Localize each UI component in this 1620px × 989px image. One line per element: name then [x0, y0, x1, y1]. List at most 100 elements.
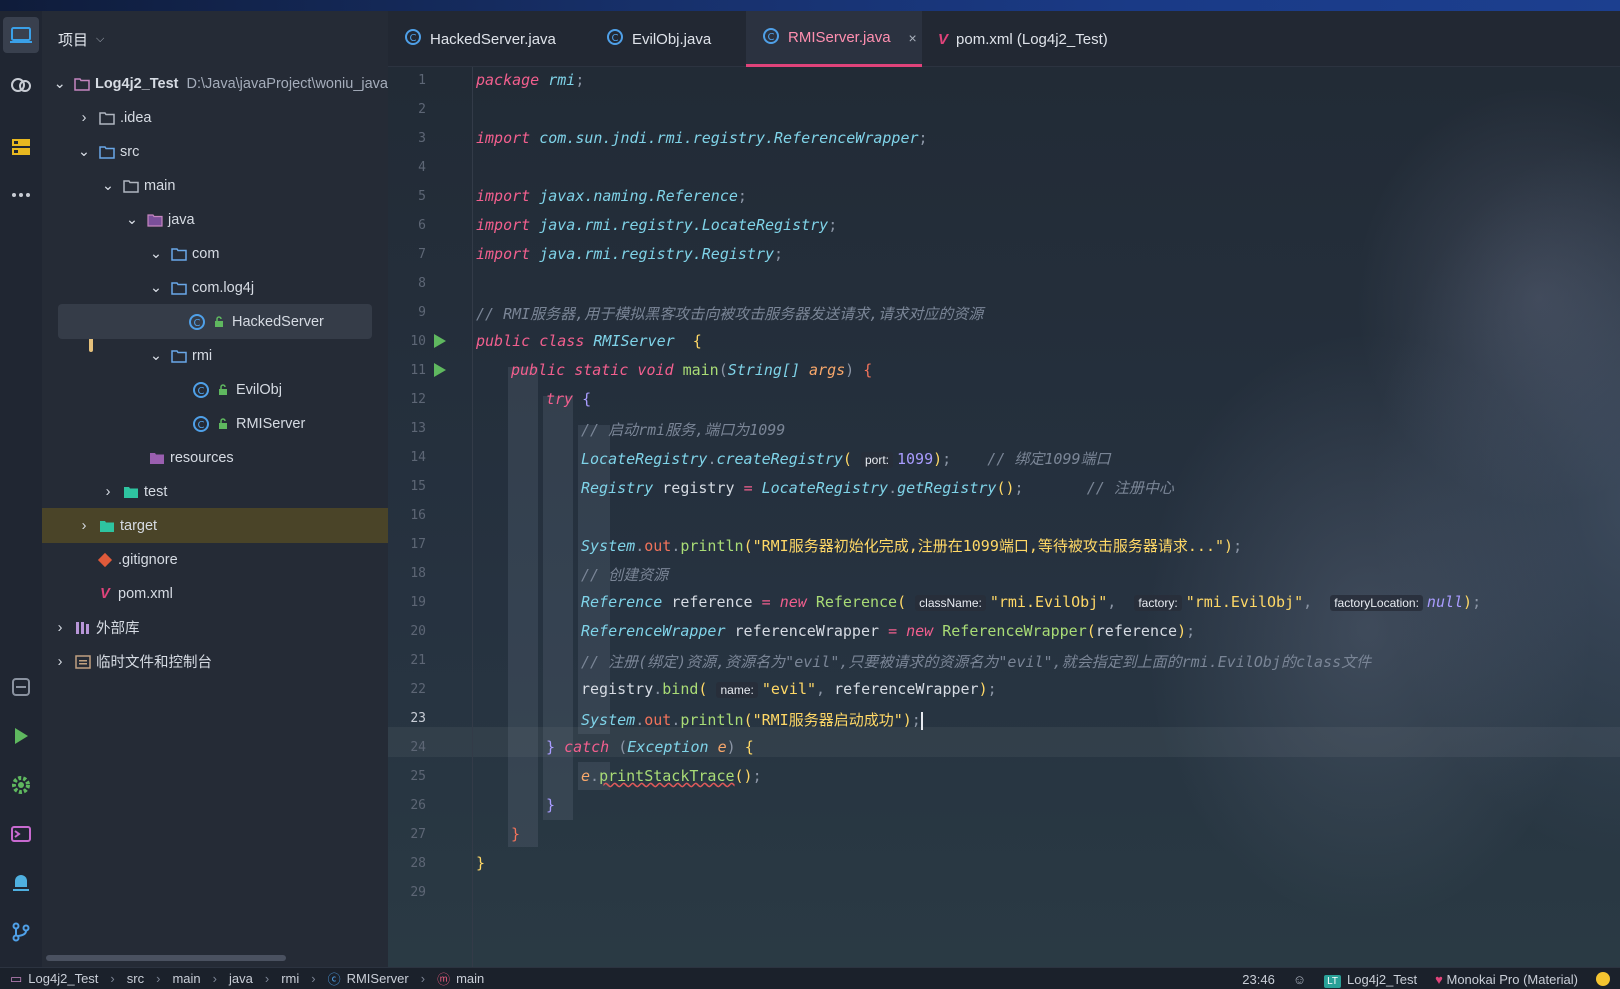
project-panel-header[interactable]: 项目 ⌵ — [58, 29, 104, 50]
bookmarks-icon[interactable] — [3, 669, 39, 705]
chevron-down-icon[interactable]: ⌄ — [148, 246, 164, 262]
git-icon[interactable] — [3, 914, 39, 950]
line-number: 13 — [410, 421, 426, 436]
chevron-down-icon[interactable]: ⌄ — [52, 76, 68, 92]
git-file-icon — [96, 551, 114, 569]
java-class-icon: C — [192, 415, 210, 433]
tree-item-scratches[interactable]: › 临时文件和控制台 — [42, 644, 388, 679]
chevron-down-icon[interactable]: ⌵ — [96, 33, 104, 46]
top-title-strip — [0, 0, 1620, 11]
tree-item-src[interactable]: ⌄ src — [42, 134, 388, 169]
tree-item-com[interactable]: ⌄ com — [42, 236, 388, 271]
chevron-right-icon[interactable]: › — [100, 484, 116, 500]
breadcrumb-item[interactable]: java — [229, 971, 253, 986]
breadcrumb-item[interactable]: Log4j2_Test — [28, 971, 98, 986]
code-line-1: package rmi; — [476, 71, 585, 89]
tree-item-gitignore[interactable]: .gitignore — [42, 542, 388, 577]
run-icon[interactable] — [3, 718, 39, 754]
line-number: 3 — [418, 131, 426, 146]
project-panel-title: 项目 — [58, 32, 89, 49]
code-line-11: public static void main(String[] args) { — [511, 361, 873, 379]
line-number: 2 — [418, 102, 426, 117]
chevron-down-icon[interactable]: ⌄ — [76, 144, 92, 160]
svg-text:C: C — [198, 420, 205, 431]
code-line-21: // 注册(绑定)资源,资源名为"evil",只要被请求的资源名为"evil",… — [581, 653, 1372, 671]
code-line-19: Reference reference = new Reference( cla… — [581, 593, 1482, 611]
tab-evilobj[interactable]: C EvilObj.java — [590, 11, 740, 67]
tree-item-label: RMIServer — [236, 415, 306, 432]
tree-item-java[interactable]: ⌄ java — [42, 202, 388, 237]
settings-icon[interactable] — [3, 767, 39, 803]
java-class-icon: C — [188, 313, 206, 331]
project-widget[interactable]: LT Log4j2_Test — [1324, 972, 1417, 988]
line-number: 27 — [410, 827, 426, 842]
tab-pom[interactable]: V pom.xml (Log4j2_Test) — [922, 11, 1142, 67]
breadcrumb-item[interactable]: main — [456, 971, 484, 986]
chevron-down-icon[interactable]: ⌄ — [100, 178, 116, 194]
run-main-icon[interactable] — [434, 363, 446, 377]
theme-widget[interactable]: ♥ Monokai Pro (Material) — [1435, 972, 1578, 987]
problems-icon[interactable] — [3, 865, 39, 901]
line-number: 7 — [418, 247, 426, 262]
ai-status-icon[interactable]: ☺ — [1293, 972, 1306, 987]
tree-item-rmi[interactable]: ⌄ rmi — [42, 338, 388, 373]
terminal-icon[interactable] — [3, 816, 39, 852]
tree-item-project-root[interactable]: ⌄ Log4j2_Test D:\Java\javaProject\woniu_… — [42, 66, 388, 101]
tree-item-main[interactable]: ⌄ main — [42, 168, 388, 203]
tree-item-label: java — [168, 211, 195, 228]
code-line-20: ReferenceWrapper referenceWrapper = new … — [581, 622, 1196, 640]
breadcrumb-item[interactable]: RMIServer — [347, 971, 409, 986]
project-panel: 项目 ⌵ ⌄ Log4j2_Test D:\Java\javaProject\w… — [42, 11, 388, 967]
tree-item-label: resources — [170, 449, 234, 466]
tree-item-idea[interactable]: › .idea — [42, 100, 388, 135]
tree-item-label: HackedServer — [232, 313, 324, 330]
tab-rmiserver[interactable]: C RMIServer.java × — [746, 11, 922, 67]
structure-icon[interactable] — [3, 129, 39, 165]
package-icon — [170, 245, 188, 263]
tree-item-com-log4j[interactable]: ⌄ com.log4j — [42, 270, 388, 305]
chevron-down-icon[interactable]: ⌄ — [124, 212, 140, 228]
tree-item-evilobj[interactable]: C EvilObj — [42, 372, 388, 407]
ai-assistant-icon[interactable] — [3, 67, 39, 103]
breadcrumb-item[interactable]: main — [172, 971, 200, 986]
svg-text:C: C — [194, 318, 201, 329]
module-folder-icon — [74, 75, 91, 93]
tree-item-rmiserver[interactable]: C RMIServer — [42, 406, 388, 441]
tree-item-resources[interactable]: resources — [42, 440, 388, 475]
breadcrumb-item[interactable]: src — [127, 971, 144, 986]
chevron-down-icon[interactable]: ⌄ — [148, 280, 164, 296]
method-icon: ⓜ — [437, 972, 451, 987]
close-icon[interactable]: × — [909, 30, 917, 46]
tree-item-external-libraries[interactable]: › 外部库 — [42, 610, 388, 645]
breadcrumb-item[interactable]: rmi — [281, 971, 299, 986]
more-tools-icon[interactable] — [3, 177, 39, 213]
tree-item-hackedserver[interactable]: C HackedServer — [58, 304, 372, 339]
chevron-right-icon[interactable]: › — [52, 654, 68, 670]
code-line-14: LocateRegistry.createRegistry( port: 1099… — [581, 450, 1111, 468]
tree-item-label: src — [120, 143, 140, 160]
line-number: 5 — [418, 189, 426, 204]
chevron-right-icon[interactable]: › — [76, 110, 92, 126]
tree-item-target[interactable]: › target — [42, 508, 388, 543]
line-number: 29 — [410, 885, 426, 900]
gutter-separator — [472, 67, 473, 967]
run-class-icon[interactable] — [434, 334, 446, 348]
scratches-icon — [74, 653, 92, 671]
tab-hackedserver[interactable]: C HackedServer.java — [388, 11, 590, 67]
code-editor[interactable]: 1 2 3 4 5 6 7 8 9 10 11 12 13 14 15 16 17 18 19 20 21 22 23 24 2… — [388, 67, 1620, 967]
test-folder-icon — [122, 483, 140, 501]
tree-item-pom[interactable]: V pom.xml — [42, 576, 388, 611]
horizontal-scrollbar[interactable] — [46, 955, 286, 961]
module-icon: ▭ — [10, 970, 23, 986]
chevron-down-icon[interactable]: ⌄ — [148, 348, 164, 364]
line-number: 28 — [410, 856, 426, 871]
notification-icon[interactable] — [1596, 972, 1610, 986]
code-line-5: import javax.naming.Reference; — [476, 187, 747, 205]
tree-item-test[interactable]: › test — [42, 474, 388, 509]
code-line-6: import java.rmi.registry.LocateRegistry; — [476, 216, 838, 234]
line-number: 12 — [410, 392, 426, 407]
chevron-right-icon[interactable]: › — [52, 620, 68, 636]
code-line-18: // 创建资源 — [581, 566, 669, 584]
project-view-icon[interactable] — [3, 17, 39, 53]
chevron-right-icon[interactable]: › — [76, 518, 92, 534]
